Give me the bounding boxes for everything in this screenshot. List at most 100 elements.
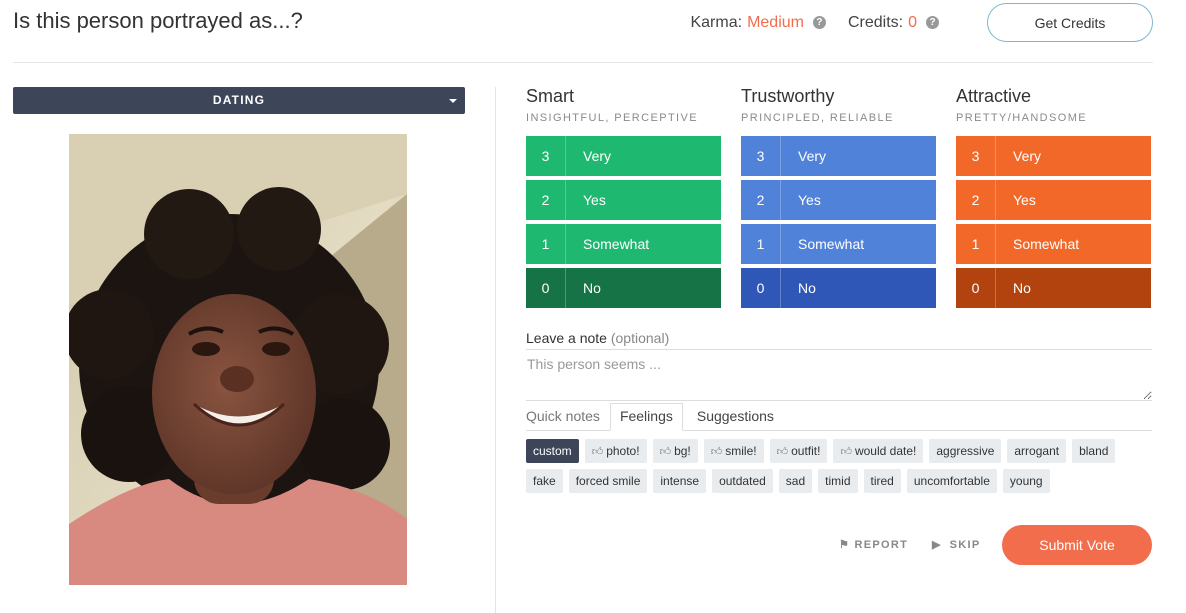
rating-number: 0 <box>526 268 566 308</box>
trustworthy-rating-2-button[interactable]: 2 Yes <box>741 180 936 220</box>
chip-arrogant[interactable]: arrogant <box>1007 439 1067 463</box>
chip-outdated[interactable]: outdated <box>712 469 773 493</box>
trustworthy-rating-0-button[interactable]: 0 No <box>741 268 936 308</box>
credits-label: Credits: <box>847 13 904 31</box>
skip-link[interactable]: ▶ SKIP <box>932 538 981 551</box>
rating-number: 2 <box>741 180 781 220</box>
question-circle-icon[interactable]: ? <box>926 16 939 29</box>
chip-young[interactable]: young <box>1002 469 1050 493</box>
chip-label: photo! <box>606 444 640 458</box>
chip-label: sad <box>785 474 806 488</box>
rating-number: 3 <box>526 136 566 176</box>
chip-fake[interactable]: fake <box>526 469 563 493</box>
tab-quick-notes[interactable]: Quick notes <box>526 403 600 431</box>
trustworthy-rating-1-button[interactable]: 1 Somewhat <box>741 224 936 264</box>
chip-label: uncomfortable <box>913 474 990 488</box>
attractive-rating-3-button[interactable]: 3 Very <box>956 136 1151 176</box>
note-optional-text: (optional) <box>610 330 670 346</box>
header-divider <box>13 62 1153 63</box>
chip-bland[interactable]: bland <box>1072 439 1116 463</box>
chip-tired[interactable]: tired <box>863 469 901 493</box>
report-label: REPORT <box>854 539 909 551</box>
trait-trustworthy: Trustworthy PRINCIPLED, RELIABLE 3 Very 2… <box>741 86 936 312</box>
chip-timid[interactable]: timid <box>818 469 858 493</box>
smart-rating-0-button[interactable]: 0 No <box>526 268 721 308</box>
profile-photo <box>69 134 407 585</box>
column-divider <box>495 87 496 613</box>
flag-icon: ⚑ <box>839 539 851 551</box>
attractive-rating-0-button[interactable]: 0 No <box>956 268 1151 308</box>
rating-number: 1 <box>526 224 566 264</box>
chip-custom[interactable]: custom <box>526 439 579 463</box>
chip-bg[interactable]: 👍︎ bg! <box>652 439 698 463</box>
chip-forced-smile[interactable]: forced smile <box>568 469 648 493</box>
chip-sad[interactable]: sad <box>778 469 813 493</box>
category-select[interactable]: DATING <box>13 87 465 114</box>
trustworthy-rating-3-button[interactable]: 3 Very <box>741 136 936 176</box>
credits-stat: Credits: 0 ? <box>848 14 939 32</box>
chip-label: fake <box>533 474 556 488</box>
rating-label: No <box>583 280 601 296</box>
chip-label: custom <box>533 444 572 458</box>
page-title: Is this person portrayed as...? <box>13 8 303 33</box>
chip-smile[interactable]: 👍︎ smile! <box>703 439 764 463</box>
rating-label: Very <box>798 148 827 164</box>
chip-outfit[interactable]: 👍︎ outfit! <box>769 439 828 463</box>
chip-photo[interactable]: 👍︎ photo! <box>584 439 647 463</box>
rating-number: 3 <box>741 136 781 176</box>
get-credits-button[interactable]: Get Credits <box>987 3 1153 42</box>
rating-label: Very <box>583 148 612 164</box>
skip-label: SKIP <box>949 539 981 551</box>
trait-subtitle: PRETTY/HANDSOME <box>956 112 1088 124</box>
portrait-illustration <box>69 134 407 585</box>
chip-label: aggressive <box>936 444 995 458</box>
thumbs-up-icon: 👍︎ <box>591 446 604 458</box>
karma-stat: Karma: Medium ? <box>690 14 826 32</box>
thumbs-up-icon: 👍︎ <box>840 446 852 458</box>
rating-number: 1 <box>956 224 996 264</box>
chip-label: would date! <box>854 444 917 458</box>
rating-label: No <box>798 280 816 296</box>
rating-label: Yes <box>1013 192 1036 208</box>
chip-would-date[interactable]: 👍︎ would date! <box>833 439 924 463</box>
skip-icon: ▶ <box>932 539 946 551</box>
tab-feelings[interactable]: Feelings <box>609 403 683 431</box>
trait-smart: Smart INSIGHTFUL, PERCEPTIVE 3 Very 2 Yes … <box>526 86 721 312</box>
chip-label: outdated <box>719 474 766 488</box>
chip-uncomfortable[interactable]: uncomfortable <box>906 469 997 493</box>
rating-number: 0 <box>741 268 781 308</box>
question-circle-icon[interactable]: ? <box>812 16 826 29</box>
smart-rating-1-button[interactable]: 1 Somewhat <box>526 224 721 264</box>
chevron-down-icon <box>449 99 457 103</box>
chip-intense[interactable]: intense <box>653 469 707 493</box>
trait-name: Trustworthy <box>741 86 835 106</box>
chip-label: young <box>1009 474 1043 488</box>
smart-rating-2-button[interactable]: 2 Yes <box>526 180 721 220</box>
chip-label: intense <box>660 474 700 488</box>
rating-label: No <box>1013 280 1031 296</box>
attractive-rating-1-button[interactable]: 1 Somewhat <box>956 224 1151 264</box>
chip-label: smile! <box>725 444 757 458</box>
rating-label: Very <box>1013 148 1042 164</box>
submit-vote-button[interactable]: Submit Vote <box>1002 525 1152 565</box>
thumbs-up-icon: 👍︎ <box>710 446 723 458</box>
chip-label: outfit! <box>791 444 821 458</box>
rating-label: Somewhat <box>798 236 865 252</box>
smart-rating-3-button[interactable]: 3 Very <box>526 136 721 176</box>
chip-label: forced smile <box>575 474 641 488</box>
credits-value: 0 <box>908 13 917 31</box>
note-textarea[interactable] <box>526 349 1152 401</box>
trait-name: Attractive <box>956 86 1032 106</box>
rating-label: Yes <box>798 192 821 208</box>
chip-label: tired <box>870 474 894 488</box>
tab-suggestions[interactable]: Suggestions <box>697 403 774 431</box>
rating-number: 0 <box>956 268 996 308</box>
topbar-stats: Karma: Medium ? Credits: 0 ? Get Credits <box>690 3 1153 42</box>
category-select-value: DATING <box>212 93 266 107</box>
rating-number: 2 <box>526 180 566 220</box>
report-link[interactable]: ⚑ REPORT <box>839 538 908 551</box>
rating-label: Somewhat <box>1013 236 1080 252</box>
chip-aggressive[interactable]: aggressive <box>929 439 1002 463</box>
note-label: Leave a note (optional) <box>526 330 669 346</box>
attractive-rating-2-button[interactable]: 2 Yes <box>956 180 1151 220</box>
